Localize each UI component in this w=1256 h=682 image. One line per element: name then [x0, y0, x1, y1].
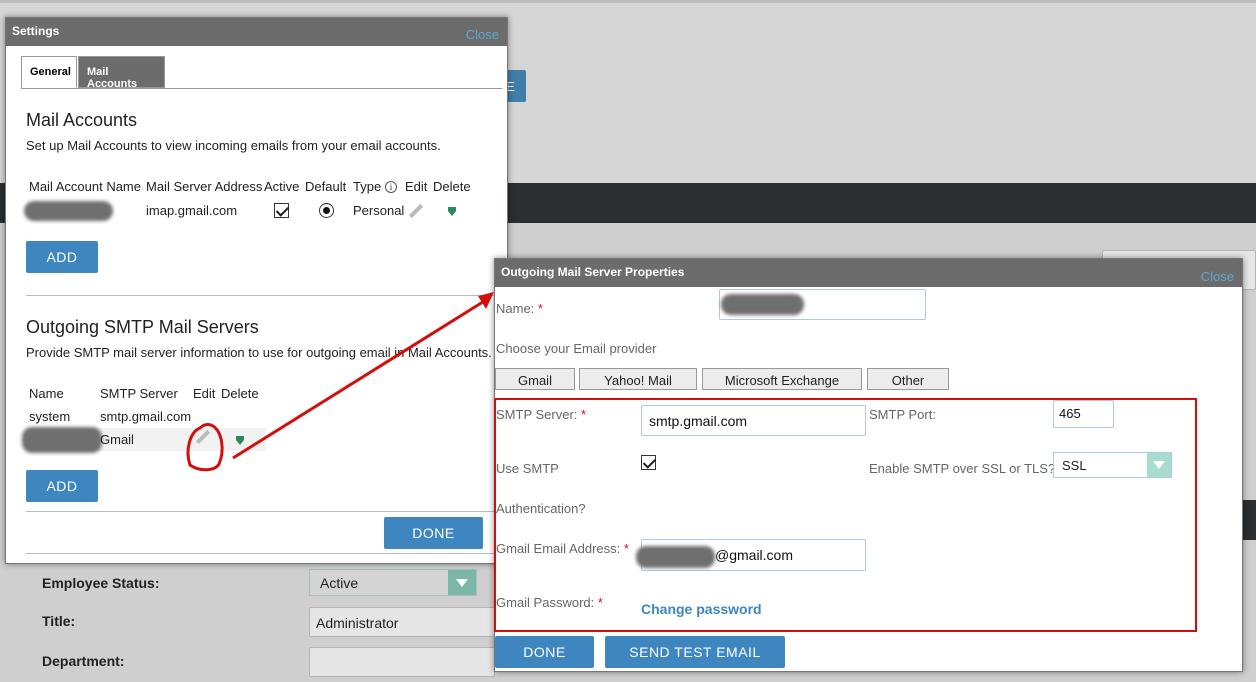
arrow-head-icon — [478, 292, 494, 309]
pointer-arrow-annotation — [232, 298, 487, 460]
annotation-overlay — [186, 292, 494, 472]
edit-circle-annotation — [186, 423, 224, 472]
